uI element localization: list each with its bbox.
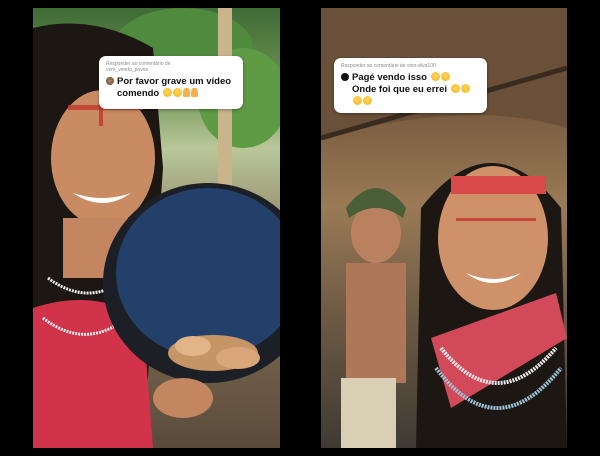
hand — [153, 378, 213, 418]
laughing-emoji-icon — [460, 84, 470, 93]
commenter-avatar — [341, 73, 349, 81]
video-panel-right[interactable]: Responder ao comentário de vitor.silva10… — [321, 8, 567, 448]
comment-text: Pagé vendo isso Onde foi que eu errei — [352, 72, 470, 108]
laughing-emoji-icon — [440, 72, 450, 81]
reply-label: Responder ao comentário de vem_vendo_pov… — [106, 61, 171, 73]
child-skirt — [341, 378, 396, 448]
larva — [175, 336, 211, 356]
commenter-avatar — [106, 77, 114, 85]
larva — [216, 347, 260, 369]
laughing-emoji-icon — [353, 96, 362, 105]
child-body — [346, 263, 406, 383]
comment-reply-card[interactable]: Responder ao comentário de vitor.silva10… — [334, 58, 487, 113]
praying-hands-icon — [190, 88, 198, 97]
comment-reply-card[interactable]: Responder ao comentário de vem_vendo_pov… — [99, 56, 243, 109]
face-paint-line — [456, 218, 536, 221]
laughing-emoji-icon — [363, 96, 372, 105]
comment-text: Por favor grave um vídeo comendo — [117, 76, 232, 99]
laughing-emoji-icon — [450, 84, 460, 93]
red-headband — [451, 176, 546, 194]
laughing-emoji-icon — [430, 72, 440, 81]
video-panel-left[interactable]: Responder ao comentário de vem_vendo_pov… — [33, 8, 280, 448]
laughing-emoji-icon — [172, 88, 182, 97]
reply-label: Responder ao comentário de vitor.silva10… — [341, 63, 436, 69]
laughing-emoji-icon — [162, 88, 172, 97]
praying-hands-icon — [182, 88, 190, 97]
